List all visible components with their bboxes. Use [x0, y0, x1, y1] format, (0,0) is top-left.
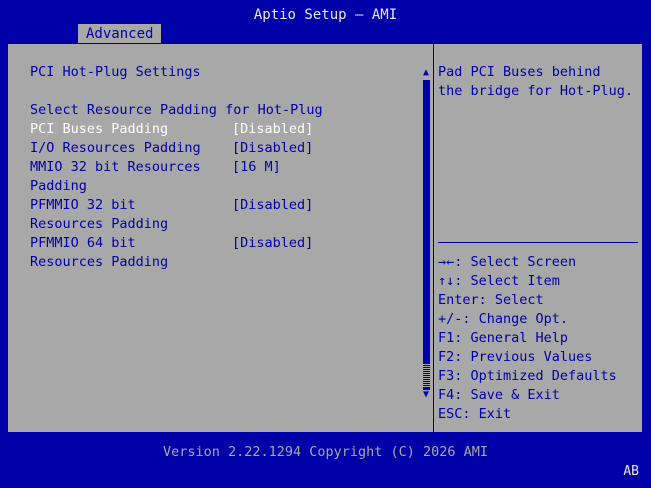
section-subtitle: Select Resource Padding for Hot-Plug	[30, 102, 323, 118]
help-key-text: : Select Screen	[454, 254, 577, 270]
setting-pfmmio64-padding-label-line2[interactable]: Resources Padding	[30, 253, 168, 272]
help-key-f1: F1: General Help	[438, 330, 569, 346]
left-right-arrows-icon: →←	[438, 254, 455, 270]
setting-pfmmio64-padding-label-line1[interactable]: PFMMIO 64 bit	[30, 234, 136, 253]
up-down-arrows-icon: ↑↓	[438, 273, 455, 289]
setting-pci-buses-padding-value[interactable]: [Disabled]	[232, 120, 313, 139]
setting-io-resources-padding-value[interactable]: [Disabled]	[232, 139, 313, 158]
setup-panel: PCI Hot-Plug Settings Select Resource Pa…	[7, 43, 643, 433]
help-key-f4: F4: Save & Exit	[438, 387, 560, 403]
corner-label: AB	[623, 464, 639, 479]
setting-mmio32-padding-label-line2[interactable]: Padding	[30, 177, 87, 196]
setting-pfmmio32-padding-label-line2[interactable]: Resources Padding	[30, 215, 168, 234]
version-footer: Version 2.22.1294 Copyright (C) 2026 AMI	[162, 444, 489, 460]
help-separator	[438, 242, 638, 243]
tab-advanced[interactable]: Advanced	[78, 24, 162, 43]
setting-mmio32-padding-value[interactable]: [16 M]	[232, 158, 281, 177]
setting-mmio32-padding-label-line1[interactable]: MMIO 32 bit Resources	[30, 158, 201, 177]
help-key-f3: F3: Optimized Defaults	[438, 368, 617, 384]
help-key-change-opt: +/-: Change Opt.	[438, 311, 569, 327]
help-key-esc: ESC: Exit	[438, 406, 512, 422]
app-title: Aptio Setup – AMI	[253, 7, 398, 23]
scroll-up-arrow-icon[interactable]: ▲	[420, 68, 432, 78]
setting-pfmmio32-padding-label-line1[interactable]: PFMMIO 32 bit	[30, 196, 136, 215]
scroll-down-arrow-icon[interactable]: ▼	[420, 390, 432, 400]
help-key-text: : Select Item	[454, 273, 560, 289]
setting-pci-buses-padding-label[interactable]: PCI Buses Padding	[30, 120, 168, 139]
help-description-line1: Pad PCI Buses behind	[438, 64, 601, 80]
panel-divider	[433, 44, 434, 432]
scrollbar-track[interactable]	[423, 80, 430, 390]
setting-pfmmio64-padding-value[interactable]: [Disabled]	[232, 234, 313, 253]
help-description-line2: the bridge for Hot-Plug.	[438, 83, 634, 99]
setting-io-resources-padding-label[interactable]: I/O Resources Padding	[30, 139, 201, 158]
section-title: PCI Hot-Plug Settings	[30, 64, 201, 80]
help-key-enter: Enter: Select	[438, 292, 544, 308]
help-key-select-screen: →←: Select Screen	[438, 253, 576, 272]
help-key-select-item: ↑↓: Select Item	[438, 272, 560, 291]
scrollbar-thumb[interactable]	[423, 364, 430, 388]
help-key-f2: F2: Previous Values	[438, 349, 593, 365]
setting-pfmmio32-padding-value[interactable]: [Disabled]	[232, 196, 313, 215]
